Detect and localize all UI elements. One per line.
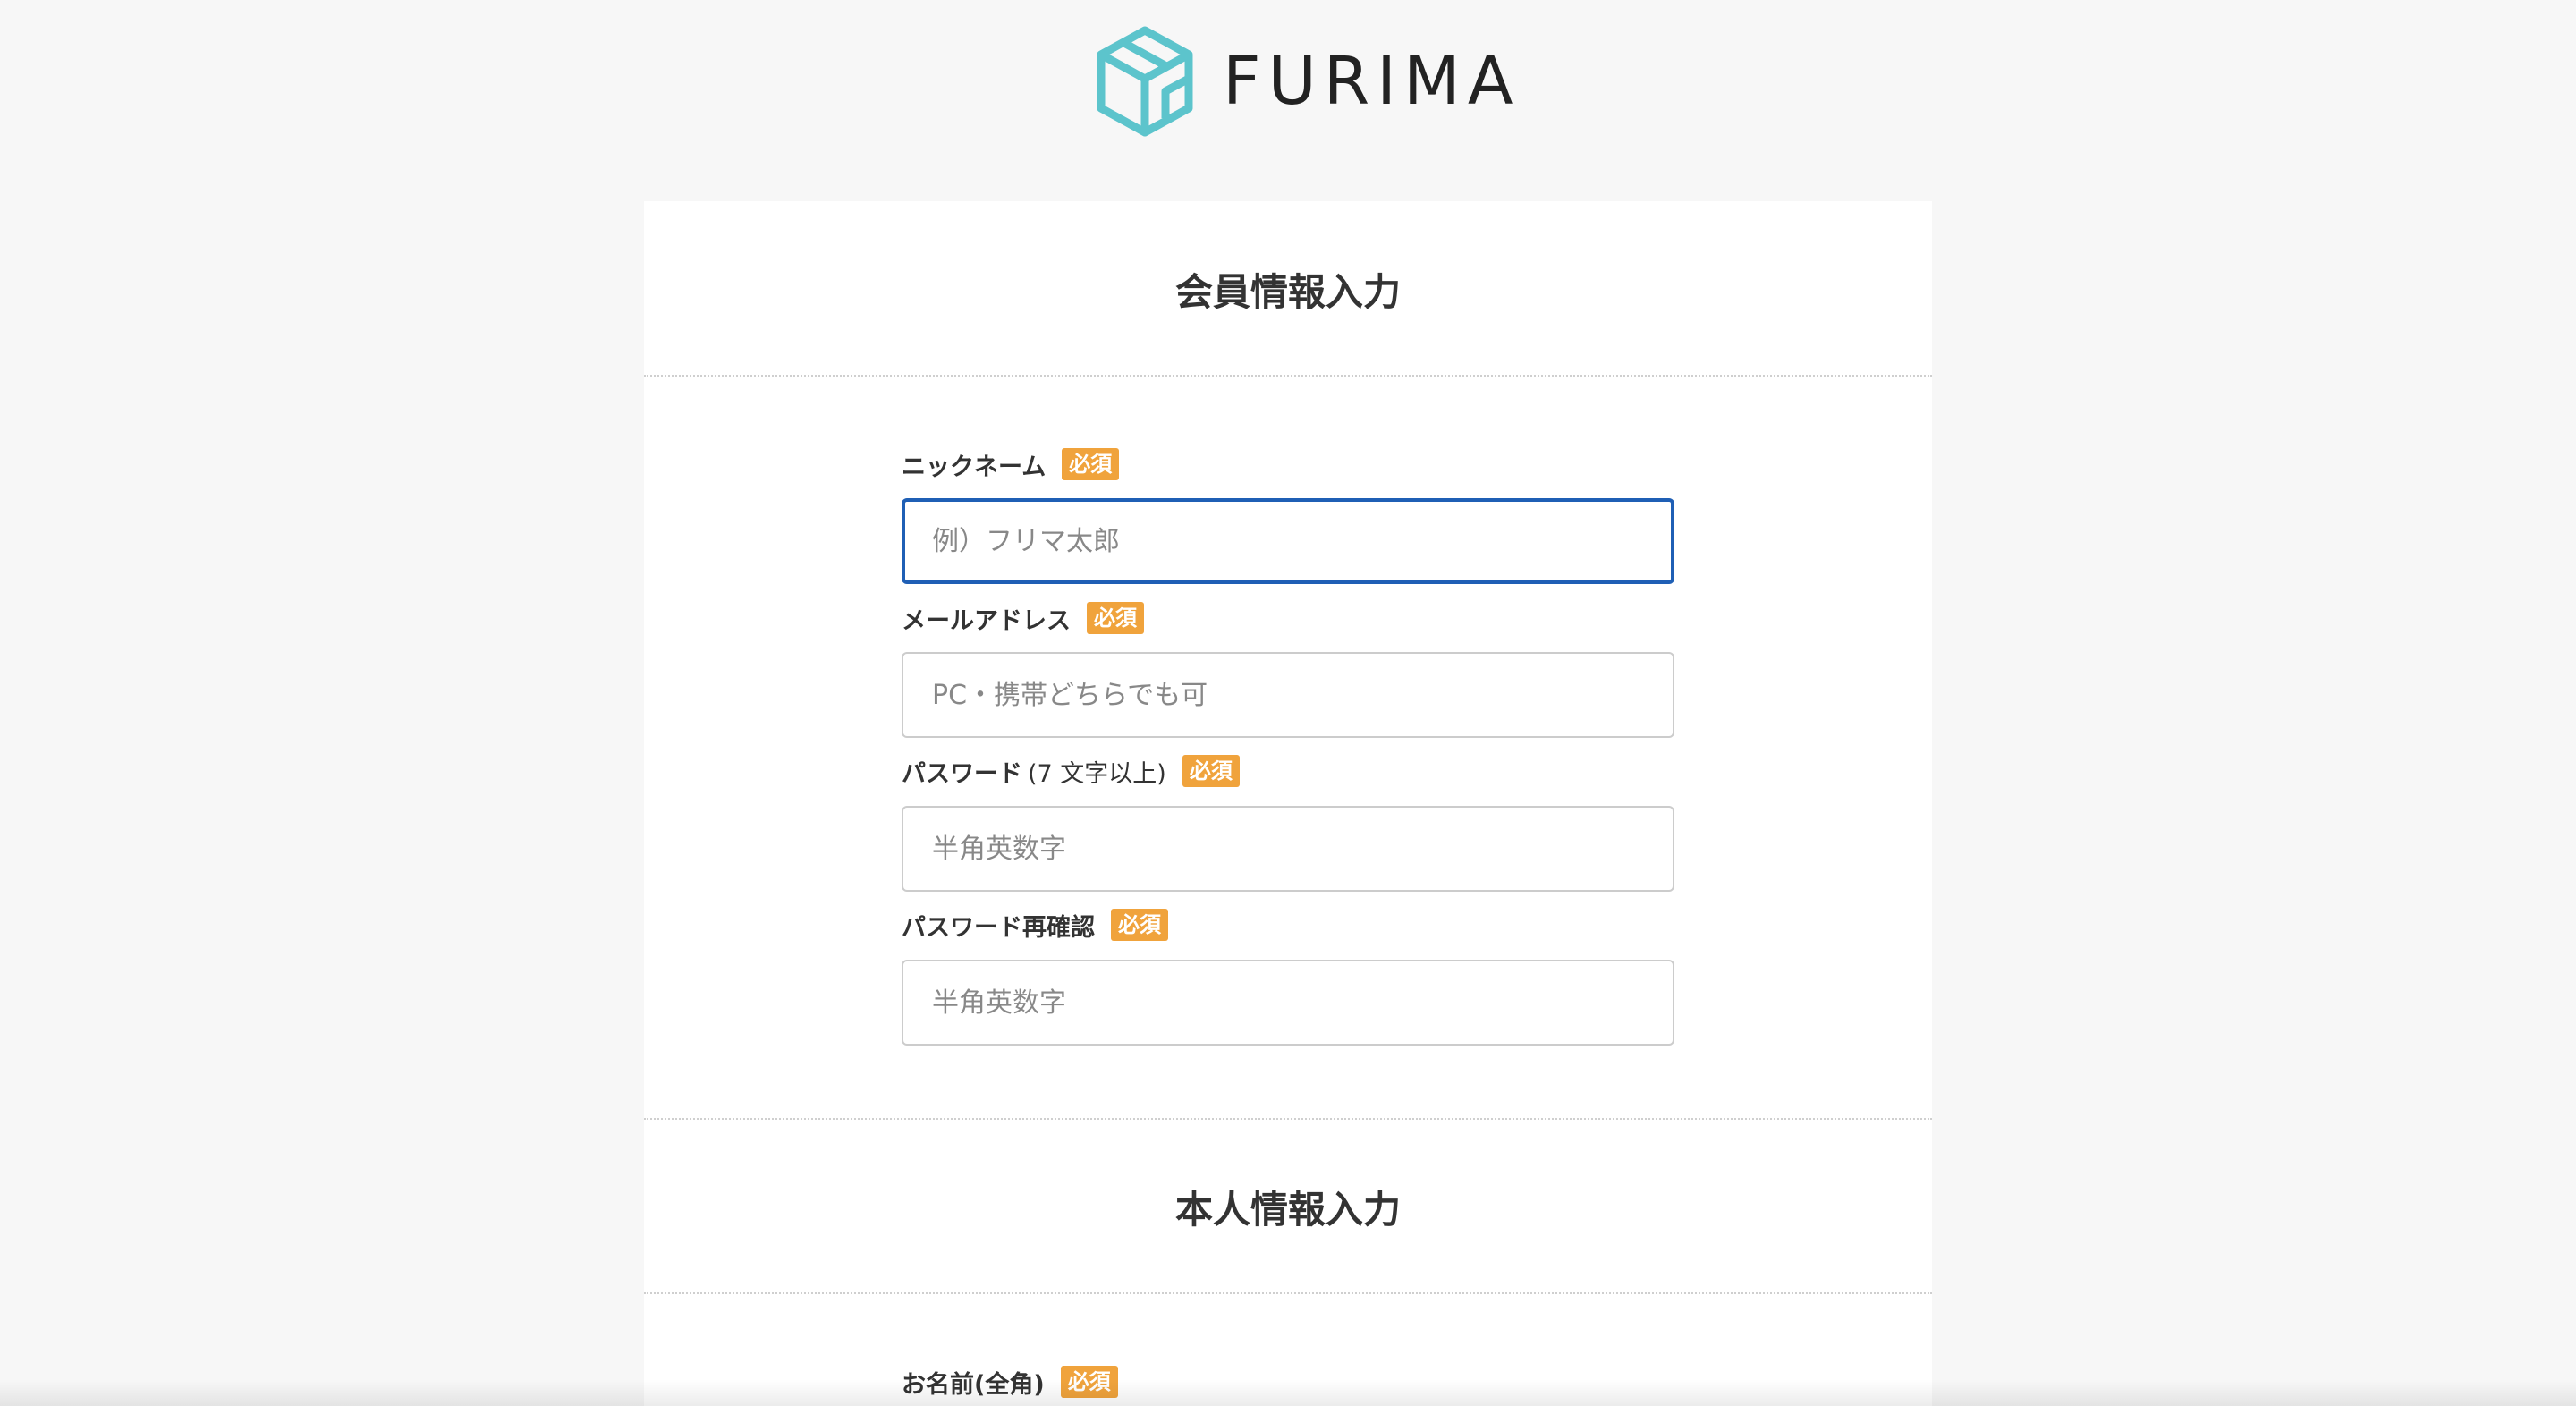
email-input[interactable] <box>902 652 1674 738</box>
personal-section-title: 本人情報入力 <box>1174 1188 1401 1232</box>
member-section-title: 会員情報入力 <box>1174 270 1401 314</box>
nickname-label-text: ニックネーム <box>902 453 1046 481</box>
required-badge: 必須 <box>1062 448 1120 480</box>
divider <box>644 1118 1932 1120</box>
required-badge: 必須 <box>1111 909 1168 941</box>
nickname-label: ニックネーム 必須 <box>902 446 1120 482</box>
divider <box>644 1292 1932 1294</box>
signup-form-card: 会員情報入力 ニックネーム 必須 メールアドレス 必須 パスワード (7 文字以… <box>644 201 1932 1406</box>
password-confirm-label-text: パスワード再確認 <box>902 913 1095 942</box>
cube-logo-icon <box>1097 26 1193 137</box>
logo-text: FURIMA <box>1223 43 1521 120</box>
required-badge: 必須 <box>1087 602 1144 634</box>
logo[interactable]: FURIMA <box>1096 25 1520 138</box>
email-label-text: メールアドレス <box>902 606 1071 635</box>
password-confirm-input[interactable] <box>902 960 1674 1046</box>
site-header: FURIMA <box>0 0 2576 200</box>
password-label-text: パスワード <box>902 759 1022 788</box>
bottom-shadow <box>0 1379 2576 1406</box>
required-badge: 必須 <box>1182 755 1240 787</box>
password-input[interactable] <box>902 806 1674 892</box>
password-hint: (7 文字以上) <box>1028 759 1166 788</box>
password-confirm-label: パスワード再確認 必須 <box>902 907 1168 943</box>
email-label: メールアドレス 必須 <box>902 600 1144 636</box>
nickname-input[interactable] <box>902 498 1674 584</box>
password-label: パスワード (7 文字以上) 必須 <box>902 753 1240 789</box>
divider <box>644 375 1932 377</box>
